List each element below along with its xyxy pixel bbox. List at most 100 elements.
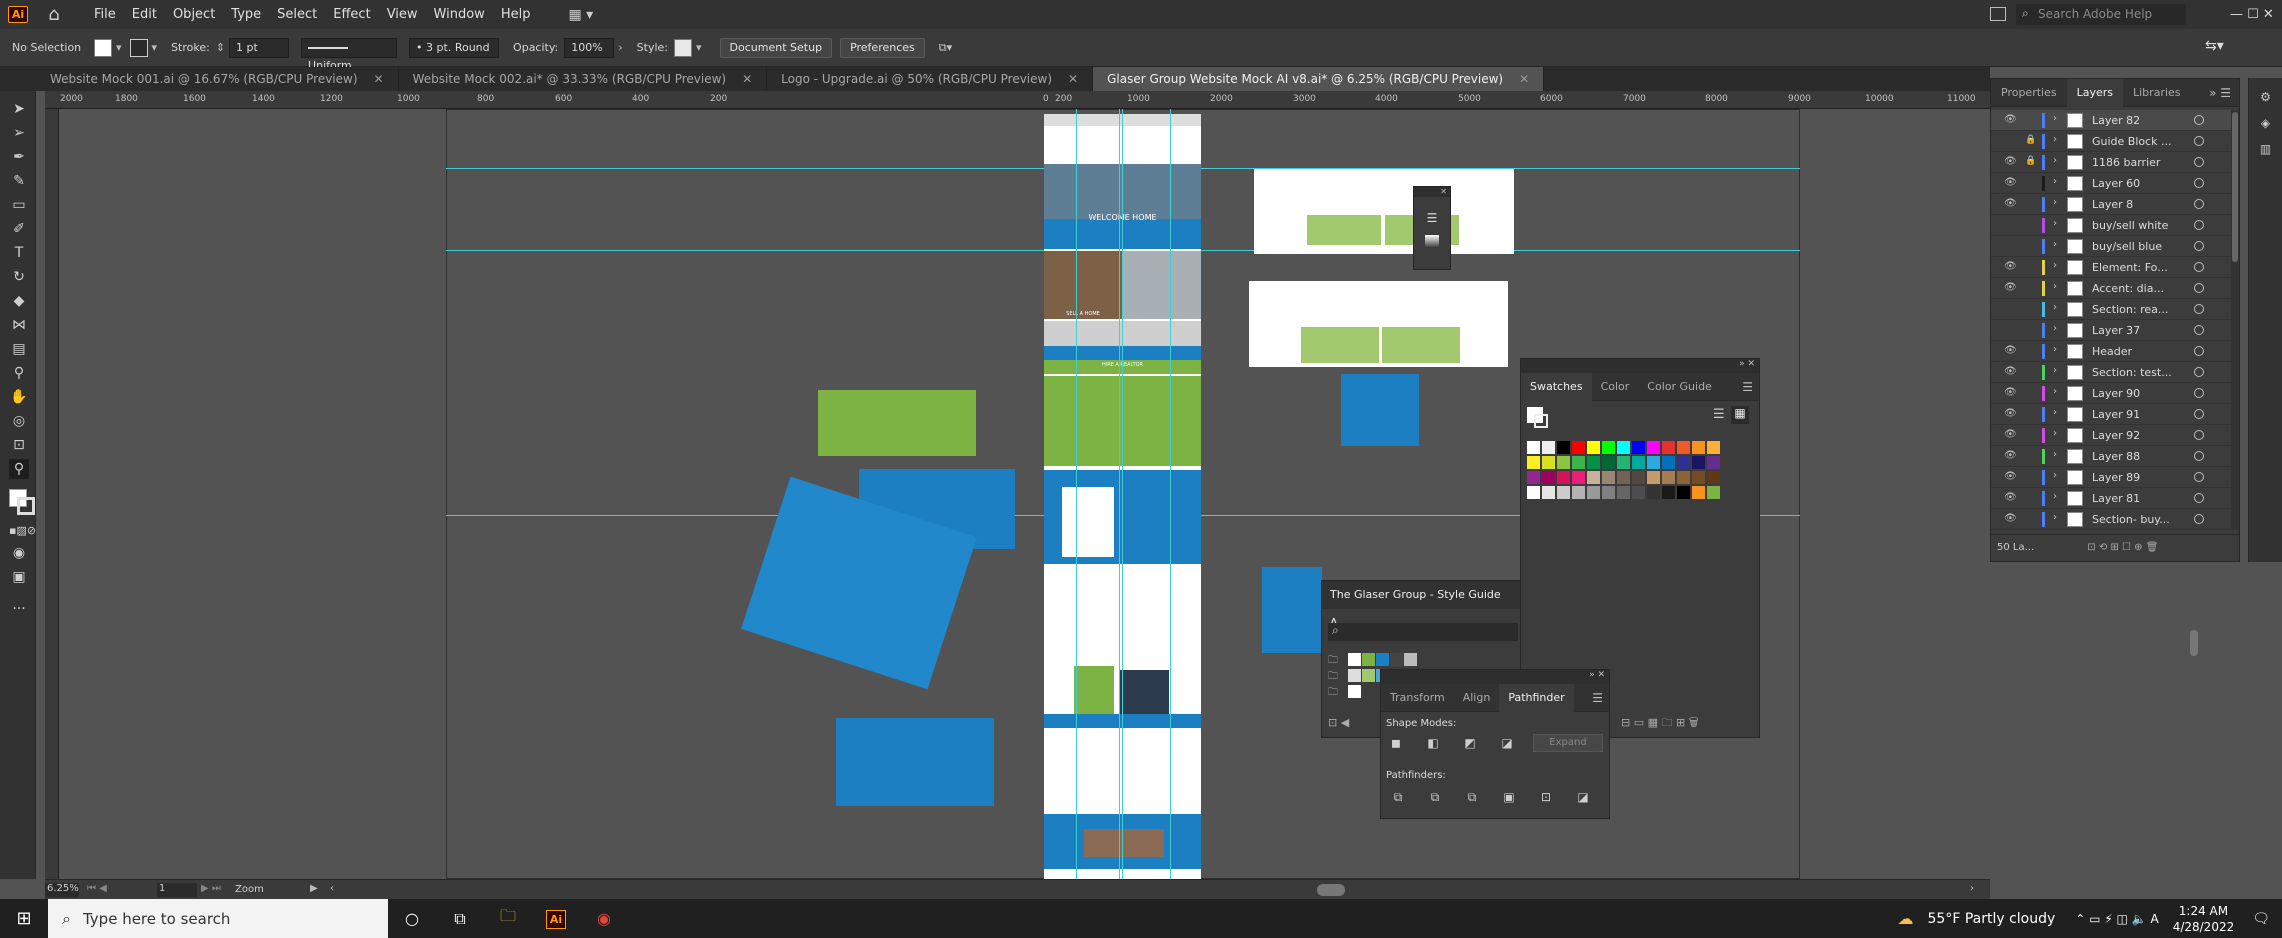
- layer-row[interactable]: 👁 › Element: Fo...: [1991, 257, 2231, 278]
- color-swatch[interactable]: [1557, 486, 1570, 499]
- color-swatch[interactable]: [1557, 471, 1570, 484]
- weather-text[interactable]: 55°F Partly cloudy: [1928, 911, 2056, 927]
- more-tools-icon[interactable]: ···: [9, 599, 29, 619]
- layer-row[interactable]: 👁 › Layer 88: [1991, 446, 2231, 467]
- layer-row[interactable]: 👁 › Layer 92: [1991, 425, 2231, 446]
- search-adobe-help-input[interactable]: Search Adobe Help: [2016, 4, 2186, 25]
- layer-row[interactable]: › Layer 37: [1991, 320, 2231, 341]
- color-swatch[interactable]: [1542, 456, 1555, 469]
- tab-glaser-group-mock[interactable]: Glaser Group Website Mock AI v8.ai* @ 6.…: [1093, 67, 1545, 91]
- layer-actions-icon[interactable]: ⊡ ⟲ ⊞ ☐ ⊕ 🗑: [2087, 542, 2158, 553]
- menu-file[interactable]: File: [94, 7, 116, 22]
- eyedropper-tool-icon[interactable]: ⚲: [9, 363, 29, 383]
- target-circle-icon[interactable]: [2194, 199, 2204, 209]
- color-swatch[interactable]: [1632, 471, 1645, 484]
- opacity-arrow-icon[interactable]: ›: [618, 41, 622, 54]
- expand-chevron-icon[interactable]: ›: [2053, 281, 2057, 292]
- expand-chevron-icon[interactable]: ›: [2053, 155, 2057, 166]
- menu-object[interactable]: Object: [173, 7, 215, 22]
- color-swatch[interactable]: [1572, 456, 1585, 469]
- expand-chevron-icon[interactable]: ›: [2053, 512, 2057, 523]
- expand-chevron-icon[interactable]: ›: [2053, 260, 2057, 271]
- expand-button[interactable]: Expand: [1533, 734, 1603, 752]
- color-swatch[interactable]: [1602, 471, 1615, 484]
- selection-tool-icon[interactable]: ➤: [9, 99, 29, 119]
- library-swatch[interactable]: [1390, 653, 1403, 666]
- tab-website-mock-001[interactable]: Website Mock 001.ai @ 16.67% (RGB/CPU Pr…: [0, 67, 399, 91]
- home-icon[interactable]: ⌂: [44, 4, 64, 25]
- green-banner-shape[interactable]: [818, 390, 976, 456]
- visibility-eye-icon[interactable]: 👁: [2004, 156, 2017, 167]
- blue-partial-shape[interactable]: [1262, 567, 1322, 653]
- target-circle-icon[interactable]: [2194, 346, 2204, 356]
- color-swatch[interactable]: [1587, 486, 1600, 499]
- panel-menu-icon[interactable]: ☰: [1592, 691, 1603, 705]
- target-circle-icon[interactable]: [2194, 283, 2204, 293]
- expand-chevron-icon[interactable]: ›: [2053, 365, 2057, 376]
- color-swatch[interactable]: [1542, 486, 1555, 499]
- status-arrow-icon[interactable]: ▶: [310, 883, 318, 894]
- library-swatch[interactable]: [1348, 685, 1361, 698]
- layers-scrollbar[interactable]: [2231, 110, 2239, 530]
- visibility-eye-icon[interactable]: 👁: [2004, 261, 2017, 272]
- minus-front-icon[interactable]: ◧: [1424, 734, 1442, 752]
- fill-swatch[interactable]: [94, 38, 112, 57]
- target-circle-icon[interactable]: [2194, 157, 2204, 167]
- visibility-eye-icon[interactable]: 👁: [2004, 513, 2017, 524]
- trim-icon[interactable]: ⧉: [1426, 788, 1444, 806]
- lock-icon[interactable]: 🔒: [2025, 135, 2036, 145]
- paintbrush-tool-icon[interactable]: ✐: [9, 219, 29, 239]
- scroll-right-icon[interactable]: ›: [1970, 883, 1974, 894]
- target-circle-icon[interactable]: [2194, 367, 2204, 377]
- layers-panel-icon[interactable]: ◈: [2258, 116, 2274, 130]
- expand-chevron-icon[interactable]: ›: [2053, 407, 2057, 418]
- direct-selection-tool-icon[interactable]: ➢: [9, 123, 29, 143]
- color-swatch[interactable]: [1527, 486, 1540, 499]
- color-swatch[interactable]: [1602, 456, 1615, 469]
- visibility-eye-icon[interactable]: 👁: [2004, 492, 2017, 503]
- visibility-eye-icon[interactable]: 👁: [2004, 177, 2017, 188]
- close-icon[interactable]: ✕: [1414, 187, 1450, 197]
- tab-logo-upgrade[interactable]: Logo - Upgrade.ai @ 50% (RGB/CPU Preview…: [767, 67, 1094, 91]
- stroke-weight-input[interactable]: 1 pt: [229, 37, 290, 58]
- color-swatch[interactable]: [1692, 441, 1705, 454]
- notifications-icon[interactable]: 🗨: [2252, 911, 2270, 927]
- panel-toggle-icon[interactable]: [1990, 7, 2006, 21]
- style-dropdown-icon[interactable]: ▾: [696, 41, 702, 54]
- visibility-eye-icon[interactable]: 👁: [2004, 387, 2017, 398]
- gradient-tool-icon[interactable]: ▤: [9, 339, 29, 359]
- color-swatch[interactable]: [1572, 441, 1585, 454]
- rectangle-tool-icon[interactable]: ▭: [9, 195, 29, 215]
- color-swatch[interactable]: [1677, 456, 1690, 469]
- expand-chevron-icon[interactable]: ›: [2053, 323, 2057, 334]
- artboard-tool-icon[interactable]: ⊡: [9, 435, 29, 455]
- mini-panel[interactable]: ✕ ☰: [1413, 186, 1451, 270]
- color-swatch[interactable]: [1572, 471, 1585, 484]
- color-swatch[interactable]: [1542, 471, 1555, 484]
- color-swatch[interactable]: [1647, 471, 1660, 484]
- outline-icon[interactable]: ⊡: [1537, 788, 1555, 806]
- horizontal-scrollbar-thumb[interactable]: [1317, 884, 1345, 896]
- visibility-eye-icon[interactable]: 👁: [2004, 282, 2017, 293]
- visibility-eye-icon[interactable]: 👁: [2004, 450, 2017, 461]
- rotate-tool-icon[interactable]: ↻: [9, 267, 29, 287]
- tab-properties[interactable]: Properties: [1991, 79, 2067, 107]
- visibility-eye-icon[interactable]: 👁: [2004, 114, 2017, 125]
- expand-chevron-icon[interactable]: ›: [2053, 386, 2057, 397]
- target-circle-icon[interactable]: [2194, 388, 2204, 398]
- layer-row[interactable]: 👁 › Section: test...: [1991, 362, 2231, 383]
- target-circle-icon[interactable]: [2194, 325, 2204, 335]
- color-swatch[interactable]: [1617, 471, 1630, 484]
- taskbar-search-input[interactable]: ⌕ Type here to search: [48, 899, 388, 938]
- menu-effect[interactable]: Effect: [333, 7, 370, 22]
- expand-chevron-icon[interactable]: ›: [2053, 113, 2057, 124]
- window-controls-icon[interactable]: — ☐ ✕: [2230, 7, 2274, 22]
- color-swatch[interactable]: [1647, 486, 1660, 499]
- color-swatch[interactable]: [1692, 471, 1705, 484]
- menu-lines-icon[interactable]: ☰: [1424, 211, 1440, 225]
- grid-view-icon[interactable]: ▦: [1731, 406, 1749, 424]
- target-circle-icon[interactable]: [2194, 493, 2204, 503]
- layer-row[interactable]: 👁 🔒 › 1186 barrier: [1991, 152, 2231, 173]
- tab-website-mock-002[interactable]: Website Mock 002.ai* @ 33.33% (RGB/CPU P…: [399, 67, 768, 91]
- color-swatch[interactable]: [1707, 441, 1720, 454]
